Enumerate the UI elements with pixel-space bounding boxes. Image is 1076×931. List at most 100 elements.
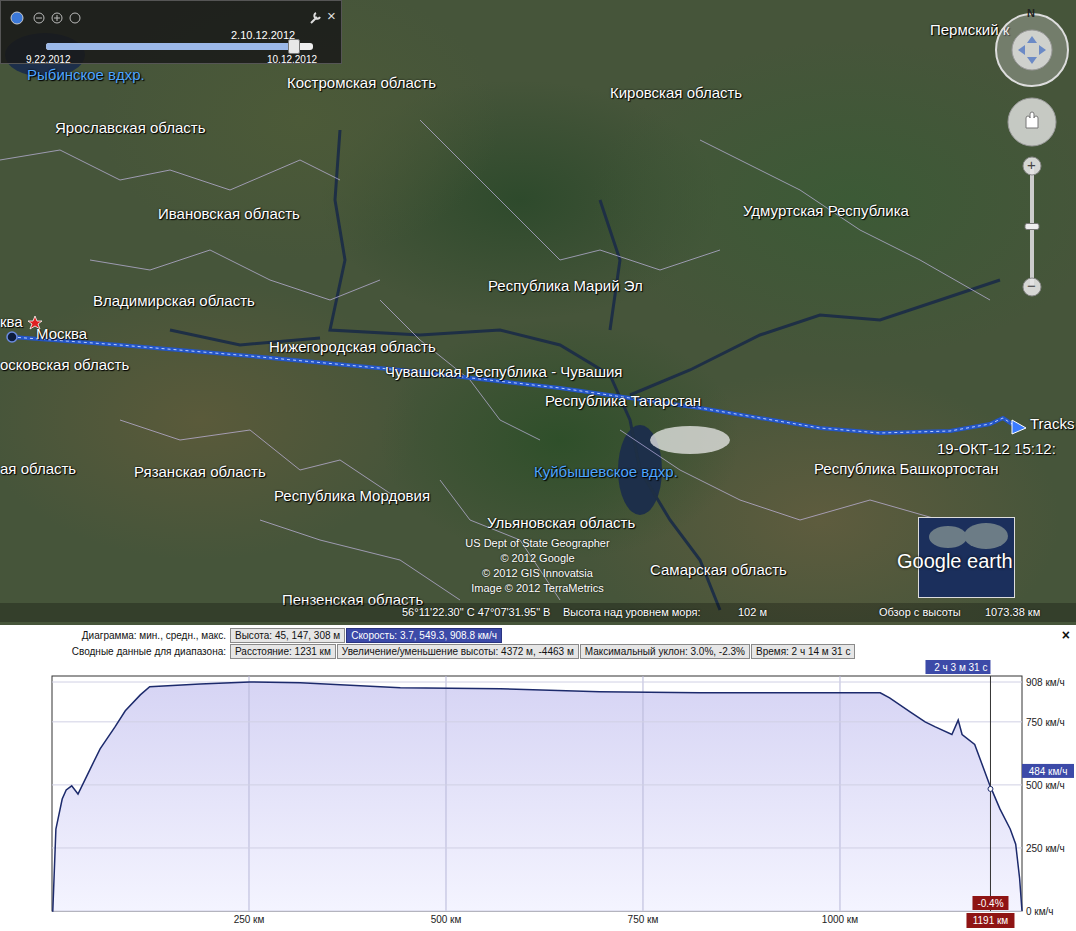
map-label: Республика Башкортостан <box>814 461 999 477</box>
x-grid-line <box>445 676 446 911</box>
cursor-point <box>988 786 993 791</box>
plot-area <box>52 676 1022 911</box>
current-date: 2.10.12.2012 <box>231 29 295 41</box>
zoom-in-glyph[interactable]: + <box>1027 156 1036 174</box>
cursor-slope: -0.4% <box>977 898 1003 909</box>
region-border <box>420 120 720 270</box>
map-label: Ярославская область <box>55 120 205 136</box>
diagram-row: Диаграмма: мин., средн., макс. Высота: 4… <box>0 627 1076 643</box>
x-grid-line <box>642 676 643 911</box>
summary-row: Сводные данные для диапазона: Расстояние… <box>0 643 1076 659</box>
track-end-arrow-icon[interactable] <box>1012 420 1026 434</box>
start-date: 9.22.2012 <box>26 54 71 65</box>
map-label: осковская область <box>0 357 129 373</box>
clock-icon[interactable] <box>11 12 23 24</box>
look-joystick-icon[interactable] <box>1012 30 1052 70</box>
y-grid-line <box>52 682 1022 683</box>
zoom-in-icon[interactable] <box>52 13 62 23</box>
cloud-shape <box>650 426 730 454</box>
end-date: 10.12.2012 <box>267 54 317 65</box>
map-label: Нижегородская область <box>269 339 436 355</box>
map-label: Ульяновская область <box>487 515 635 531</box>
map-label: Удмуртская Республика <box>743 203 909 219</box>
summary-item: Время: 2 ч 14 м 31 с <box>751 644 855 659</box>
elevation-profile-panel: Диаграмма: мин., средн., макс. Высота: 4… <box>0 625 1076 931</box>
time-slider-thumb[interactable] <box>288 39 300 54</box>
cursor-speed-badge <box>1022 764 1074 778</box>
wrench-icon[interactable] <box>308 11 322 25</box>
x-tick-label: 250 км <box>234 914 265 925</box>
altitude-label: Высота над уровнем моря: <box>563 606 700 618</box>
cursor-time: 2 ч 3 м 31 с <box>934 662 987 673</box>
summary-item: Увеличение/уменьшение высоты: 4372 м, -4… <box>337 644 579 659</box>
zoom-slider-thumb[interactable] <box>1025 224 1039 230</box>
google-earth-window: Рыбинское вдхр.Костромская областьКировс… <box>0 0 1076 931</box>
river-line <box>600 200 620 330</box>
diagram-option[interactable]: Высота: 45, 147, 308 м <box>230 628 345 643</box>
navigation-controls <box>992 0 1072 300</box>
y-tick-label: 0 км/ч <box>1026 906 1054 917</box>
x-grid-line <box>839 676 840 911</box>
y-grid-line <box>52 847 1022 848</box>
y-grid-line <box>52 911 1022 912</box>
map-label: Москва <box>36 326 87 342</box>
track-line[interactable] <box>12 337 1015 433</box>
map-label: ква <box>0 314 23 330</box>
x-grid-line <box>248 676 249 911</box>
map-label: Самарская область <box>650 562 787 578</box>
x-tick-label: 500 км <box>431 914 462 925</box>
summary-item: Максимальный уклон: 3.0%, -2.3% <box>580 644 750 659</box>
y-tick-label: 750 км/ч <box>1026 717 1065 728</box>
cursor-slope-badge <box>972 896 1008 910</box>
hand-icon <box>1026 112 1038 128</box>
diagram-label: Диаграмма: мин., средн., макс. <box>0 630 229 641</box>
speed-profile-chart[interactable]: 250 км500 км750 км1000 км908 км/ч750 км/… <box>0 659 1076 930</box>
map-label: Республика Татарстан <box>545 393 701 409</box>
map-label: Кировская область <box>610 85 742 101</box>
move-joystick-icon[interactable] <box>1008 98 1056 146</box>
time-slider-panel: × 2.10.12.2012 9.22.2012 10.12.2012 <box>0 0 342 64</box>
attribution-line: Image © 2012 TerraMetrics <box>471 581 604 596</box>
summary-item: Расстояние: 1231 км <box>230 644 336 659</box>
time-slider[interactable] <box>46 43 313 50</box>
reset-icon[interactable] <box>70 13 80 23</box>
map-label: Пермский к <box>930 22 1009 38</box>
panel-close-button[interactable]: × <box>1062 627 1070 643</box>
cursor-time-badge <box>925 660 990 674</box>
close-button[interactable]: × <box>327 7 336 24</box>
cursor-distance-badge <box>966 913 1014 928</box>
track-line-highlight <box>12 337 1015 433</box>
map-label: Ивановская область <box>158 206 300 222</box>
google-earth-logo: Google earth <box>897 550 1013 573</box>
zoom-in-button[interactable] <box>1023 157 1041 175</box>
map-label: Республика Мордовия <box>274 488 430 504</box>
track-start-icon[interactable] <box>7 332 17 342</box>
track-label[interactable]: Tracks <box>1030 415 1074 432</box>
time-toolbar-icons <box>1 9 91 27</box>
cursor-speed: 484 км/ч <box>1029 766 1068 777</box>
altitude-value: 102 м <box>738 606 767 618</box>
eye-altitude-value: 1073.38 км <box>985 606 1040 618</box>
cursor-distance: 1191 км <box>973 915 1009 926</box>
summary-label: Сводные данные для диапазона: <box>0 646 229 657</box>
map-view[interactable]: Рыбинское вдхр.Костромская областьКировс… <box>0 0 1076 625</box>
map-label: Владимирская область <box>93 293 255 309</box>
x-tick-label: 1000 км <box>822 914 858 925</box>
attribution-line: © 2012 Google <box>500 551 574 566</box>
compass-ring-icon[interactable] <box>996 14 1068 86</box>
diagram-option[interactable]: Скорость: 3.7, 549.3, 908.8 км/ч <box>346 628 502 643</box>
river-line <box>330 130 720 610</box>
speed-line <box>52 682 1022 911</box>
x-tick-label: 750 км <box>628 914 659 925</box>
coordinates: 56°11'22.30" С 47°07'31.95" В <box>402 606 550 618</box>
y-grid-line <box>52 784 1022 785</box>
cursor-line[interactable] <box>990 676 991 911</box>
zoom-out-icon[interactable] <box>34 13 44 23</box>
zoom-out-button[interactable] <box>1023 278 1041 296</box>
map-label: Чувашская Республика - Чувашия <box>385 364 622 380</box>
map-canvas <box>0 0 1076 625</box>
map-label: Республика Марий Эл <box>488 278 643 294</box>
zoom-out-glyph[interactable]: − <box>1027 277 1036 295</box>
status-bar: 56°11'22.30" С 47°07'31.95" В Высота над… <box>0 603 1076 622</box>
y-tick-label: 500 км/ч <box>1026 780 1065 791</box>
